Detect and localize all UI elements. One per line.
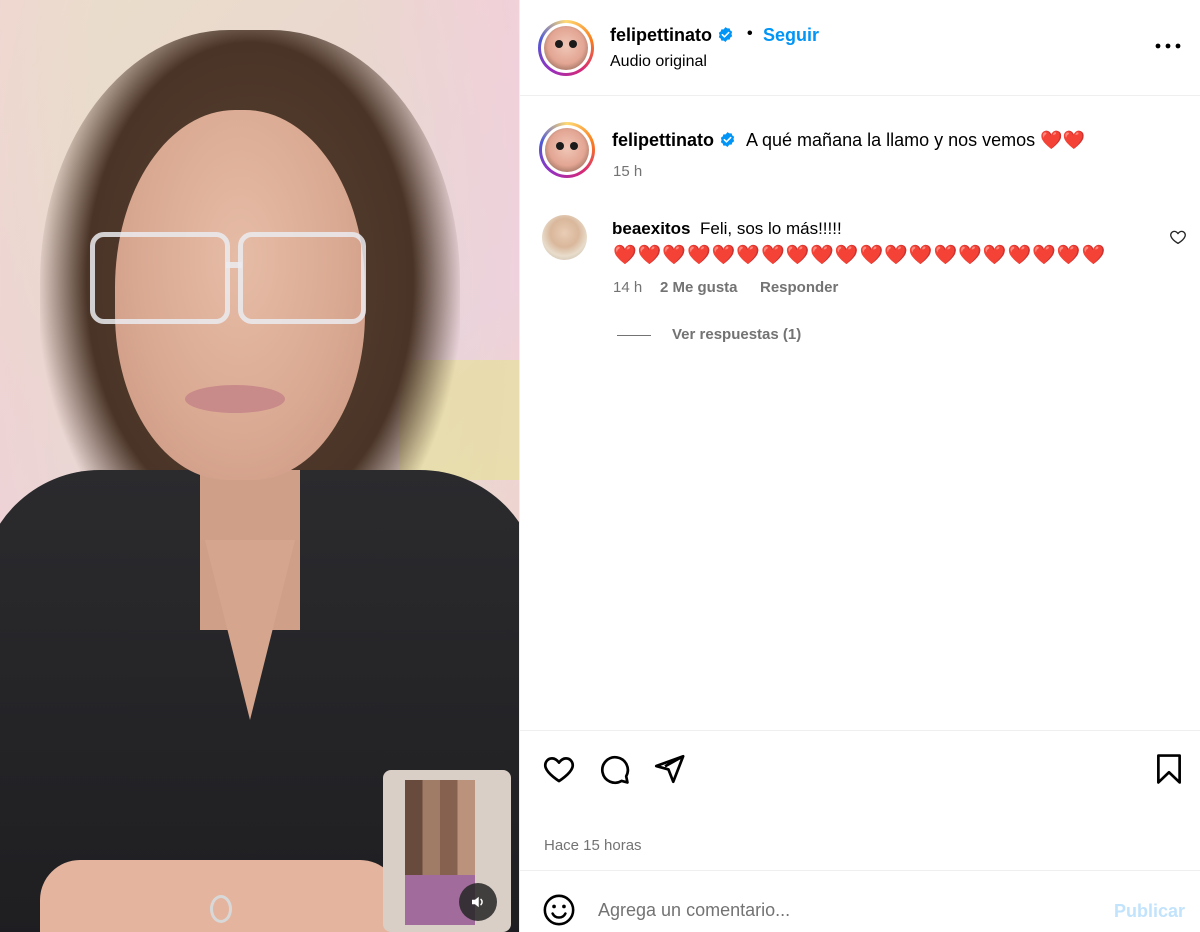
author-username[interactable]: felipettinato — [610, 25, 734, 46]
video-person-lips — [185, 385, 285, 413]
caption-username[interactable]: felipettinato — [612, 130, 736, 151]
reply-button[interactable]: Responder — [760, 279, 838, 296]
post-actions: Hace 15 horas — [520, 730, 1200, 870]
glasses-left-lens — [90, 232, 230, 324]
view-replies-button[interactable]: Ver respuestas (1) — [672, 326, 801, 343]
comment-bar: Publicar — [520, 870, 1200, 932]
post-panel: felipettinato • Seguir Audio original fe… — [519, 0, 1200, 932]
comment-timestamp[interactable]: 14 h — [613, 279, 642, 296]
more-options-icon[interactable] — [1153, 34, 1183, 58]
verified-badge-icon — [718, 27, 733, 42]
audio-toggle-button[interactable] — [459, 883, 497, 921]
comment-likes[interactable]: 2 Me gusta — [660, 279, 738, 296]
speaker-icon — [472, 896, 483, 908]
post-timestamp[interactable]: Hace 15 horas — [544, 837, 642, 854]
save-icon[interactable] — [1152, 752, 1186, 786]
comment-like-icon[interactable] — [1169, 228, 1187, 246]
glasses-bridge — [226, 262, 242, 268]
comment-icon[interactable] — [597, 752, 631, 786]
follow-button[interactable]: Seguir — [763, 25, 819, 46]
glasses-right-lens — [238, 232, 366, 324]
publish-button[interactable]: Publicar — [1114, 901, 1185, 922]
commenter-username[interactable]: beaexitos — [612, 219, 690, 239]
caption-timestamp[interactable]: 15 h — [613, 163, 642, 180]
header-separator: • — [747, 25, 753, 42]
reel-video[interactable] — [0, 0, 519, 932]
comment-text: Feli, sos lo más!!!!! — [700, 219, 842, 238]
video-ring — [210, 895, 232, 923]
replies-divider — [617, 335, 651, 336]
like-icon[interactable] — [542, 752, 576, 786]
author-avatar[interactable] — [538, 20, 594, 76]
audio-link[interactable]: Audio original — [610, 53, 707, 71]
post-header: felipettinato • Seguir Audio original — [520, 0, 1200, 96]
caption-avatar[interactable] — [539, 122, 595, 178]
comment-input[interactable] — [598, 895, 1098, 925]
commenter-avatar[interactable] — [542, 215, 587, 260]
verified-badge-icon — [720, 132, 735, 147]
emoji-icon[interactable] — [542, 893, 576, 927]
caption-text: A qué mañana la llamo y nos vemos ❤️❤️ — [746, 130, 1085, 150]
comment-hearts: ❤️❤️❤️❤️❤️❤️❤️❤️❤️❤️❤️❤️❤️❤️❤️❤️❤️❤️❤️❤️ — [613, 245, 1107, 266]
share-icon[interactable] — [652, 752, 686, 786]
